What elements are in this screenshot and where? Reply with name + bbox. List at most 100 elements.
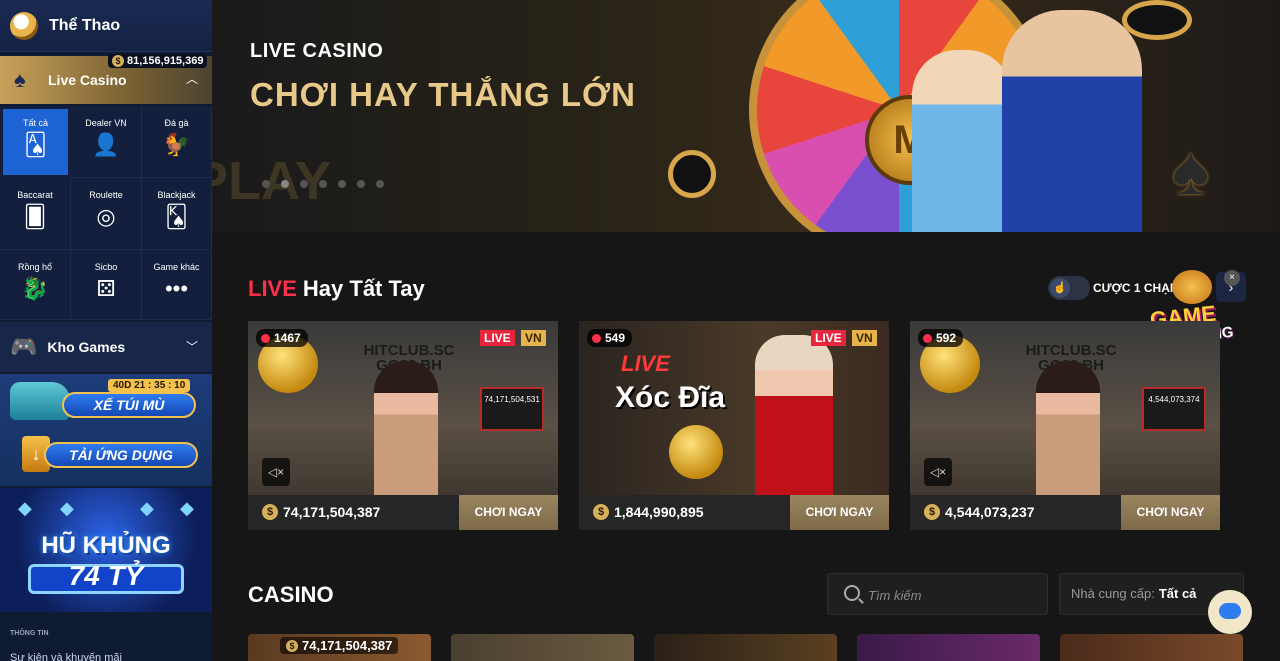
main-content: PLAY LIVE CASINO CHƠI HAY THẮNG LỚN M ♠ … — [212, 0, 1280, 661]
dice-plate-image — [669, 425, 723, 479]
tile-jackpot-value: 74,171,504,387 — [302, 638, 393, 653]
play-now-button[interactable]: CHƠI NGAY — [1121, 495, 1220, 530]
search-icon — [844, 585, 860, 601]
close-icon[interactable]: × — [1224, 270, 1240, 286]
hero-banner[interactable]: PLAY LIVE CASINO CHƠI HAY THẮNG LỚN M ♠ — [212, 0, 1280, 232]
tile-jackpot: $74,171,504,387 — [280, 637, 399, 654]
jackpot-banner[interactable]: ◆ ◆ ◆ ◆ HŨ KHỦNG 74 TỶ — [0, 488, 212, 612]
search-box[interactable] — [827, 573, 1048, 615]
category-baccarat[interactable]: Baccarat 🂠 — [0, 178, 71, 250]
rooster-icon: 🐓 — [162, 132, 191, 157]
dealer-image — [755, 335, 833, 495]
jackpot-board: 74,171,504,531 — [480, 387, 544, 431]
game-live-label: LIVE — [621, 351, 670, 376]
game-thumbnail[interactable]: HITCLUB.SC GO88.BH 74,171,504,531 1467 L… — [248, 321, 558, 495]
host-female-image — [912, 50, 1012, 232]
live-game-card[interactable]: HITCLUB.SC GO88.BH 4,544,073,374 592 ◁× … — [910, 321, 1220, 530]
live-section-subtitle: Hay Tất Tay — [302, 276, 425, 301]
mystery-car-button[interactable]: XẾ TÚI MÙ — [62, 392, 196, 418]
live-section-title: LIVE Hay Tất Tay — [248, 276, 425, 302]
chevron-up-icon[interactable]: ︿ — [186, 70, 198, 87]
promo-panel: 40D 21 : 35 : 10 XẾ TÚI MÙ ↓ TẢI ỨNG DỤN… — [0, 374, 212, 486]
live-dot-icon — [923, 333, 932, 343]
blackjack-icon: 🂮 — [165, 204, 188, 229]
card-footer: $1,844,990,895 CHƠI NGAY — [579, 495, 889, 530]
promo-timer: 40D 21 : 35 : 10 — [108, 379, 191, 392]
events-link[interactable]: Sự kiện và khuyến mãi — [10, 652, 122, 661]
carousel-dot[interactable] — [357, 180, 365, 188]
coin-icon: $ — [593, 504, 609, 520]
search-input[interactable] — [868, 584, 1038, 606]
live-game-card[interactable]: HITCLUB.SC GO88.BH 74,171,504,531 1467 L… — [248, 321, 558, 530]
carousel-dot[interactable] — [281, 180, 289, 188]
category-dealer-vn[interactable]: Dealer VN 👤 — [71, 106, 142, 178]
casino-game-tile[interactable] — [1060, 634, 1243, 661]
category-roulette[interactable]: Roulette ◎ — [71, 178, 142, 250]
mute-icon[interactable]: ◁× — [262, 458, 290, 486]
chat-support-button[interactable] — [1208, 590, 1252, 634]
host-male-image — [1002, 10, 1142, 232]
jackpot-amount: $4,544,073,237 — [924, 504, 1035, 520]
carousel-dot[interactable] — [300, 180, 308, 188]
download-app-button[interactable]: TẢI ỨNG DỤNG — [44, 442, 198, 468]
diamond-icon: ◆ — [180, 498, 194, 518]
category-dragon-tiger[interactable]: Rồng hổ 🐉 — [0, 250, 71, 320]
sidebar-item-sports[interactable]: Thể Thao — [0, 0, 212, 52]
category-blackjack[interactable]: Blackjack 🂮 — [142, 178, 212, 250]
casino-game-tile[interactable] — [857, 634, 1040, 661]
viewer-count-value: 1467 — [274, 331, 301, 345]
coin-icon: $ — [112, 55, 124, 67]
game-thumbnail[interactable]: HITCLUB.SC GO88.BH 4,544,073,374 592 ◁× — [910, 321, 1220, 495]
play-now-button[interactable]: CHƠI NGAY — [790, 495, 889, 530]
chevron-down-icon[interactable]: ﹀ — [186, 338, 198, 355]
category-sicbo[interactable]: Sicbo ⚄ — [71, 250, 142, 320]
carousel-dot[interactable] — [262, 180, 270, 188]
soccer-ball-icon — [10, 11, 38, 40]
sidebar-item-kho-games[interactable]: 🎮 Kho Games ﹀ — [0, 322, 212, 372]
play-now-button[interactable]: CHƠI NGAY — [459, 495, 558, 530]
live-dot-icon — [592, 333, 601, 343]
mute-icon[interactable]: ◁× — [924, 458, 952, 486]
gamepad-icon: 🎮 — [10, 334, 38, 359]
jackpot-amount: $74,171,504,387 — [262, 504, 380, 520]
casino-game-tile[interactable] — [451, 634, 634, 661]
banner-headline: CHƠI HAY THẮNG LỚN — [250, 76, 636, 113]
game-thumbnail[interactable]: LIVE Xóc Đĩa 549 LIVE VN — [579, 321, 889, 495]
carousel-dot[interactable] — [376, 180, 384, 188]
slot-machine-icon — [1172, 270, 1212, 304]
category-cockfight[interactable]: Đá gà 🐓 — [142, 106, 212, 178]
car-image — [10, 382, 70, 420]
language-badge: VN — [521, 330, 546, 346]
category-label: Dealer VN — [85, 118, 127, 128]
tap-icon: ☝ — [1050, 278, 1070, 298]
casino-chip-image — [668, 150, 716, 198]
sidebar-item-label: Thể Thao — [49, 16, 121, 34]
casino-game-tile[interactable] — [654, 634, 837, 661]
carousel-dot[interactable] — [319, 180, 327, 188]
category-other-games[interactable]: Game khác ••• — [142, 250, 212, 320]
jackpot-amount: 74 TỶ — [68, 560, 144, 591]
one-tap-toggle[interactable]: ☝ — [1048, 276, 1090, 300]
category-label: Baccarat — [17, 190, 53, 200]
live-badge: LIVE — [480, 330, 515, 346]
sidebar: Thể Thao ♠ Live Casino ︿ $ 81,156,915,36… — [0, 0, 212, 661]
live-game-card[interactable]: LIVE Xóc Đĩa 549 LIVE VN $1,844,990,895 … — [579, 321, 889, 530]
app-root: Thể Thao ♠ Live Casino ︿ $ 81,156,915,36… — [0, 0, 1280, 661]
dragon-icon: 🐉 — [21, 276, 49, 301]
jackpot-amount-value: 74,171,504,387 — [283, 504, 381, 520]
live-game-cards: HITCLUB.SC GO88.BH 74,171,504,531 1467 L… — [248, 321, 1248, 531]
live-label: LIVE — [248, 276, 297, 301]
category-label: Rồng hổ — [17, 262, 53, 272]
roulette-icon: ◎ — [96, 204, 116, 229]
casino-game-tile[interactable]: $74,171,504,387 — [248, 634, 431, 661]
category-all[interactable]: Tất cả 🂡 — [3, 109, 68, 175]
card-footer: $74,171,504,387 CHƠI NGAY — [248, 495, 558, 530]
info-heading: THÔNG TIN — [10, 630, 49, 637]
balance-badge: $ 81,156,915,369 — [108, 54, 208, 68]
viewer-count: 549 — [587, 329, 633, 347]
viewer-count: 592 — [918, 329, 964, 347]
jackpot-title: HŨ KHỦNG — [41, 532, 171, 559]
dice-icon: ⚄ — [96, 276, 116, 301]
carousel-dot[interactable] — [338, 180, 346, 188]
diamond-icon: ◆ — [140, 498, 154, 518]
